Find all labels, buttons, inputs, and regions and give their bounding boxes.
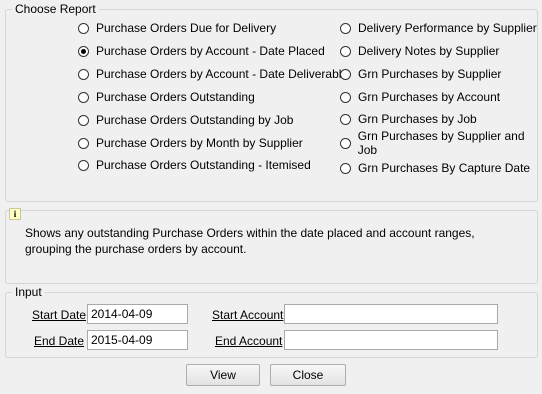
- radio-label: Purchase Orders by Account - Date Placed: [96, 44, 325, 58]
- start-date-field[interactable]: [87, 304, 188, 324]
- radio-label: Purchase Orders by Account - Date Delive…: [96, 67, 349, 81]
- radio-button[interactable]: [340, 45, 351, 57]
- end-date-field[interactable]: [87, 330, 188, 350]
- radio-label: Purchase Orders Outstanding by Job: [96, 113, 294, 127]
- radio-button[interactable]: [340, 137, 351, 149]
- radio-grn-purchases-by-supplier-and-job[interactable]: Grn Purchases by Supplier and Job: [340, 129, 542, 157]
- radio-grn-purchases-by-capture-date[interactable]: Grn Purchases By Capture Date: [340, 159, 530, 177]
- choose-report-title: Choose Report: [12, 2, 99, 16]
- radio-label: Grn Purchases by Account: [358, 90, 501, 104]
- radio-button[interactable]: [78, 68, 89, 80]
- radio-button[interactable]: [340, 22, 351, 34]
- description-line-1: Shows any outstanding Purchase Orders wi…: [25, 226, 475, 240]
- radio-label: Grn Purchases By Capture Date: [358, 161, 531, 175]
- input-title: Input: [12, 285, 45, 299]
- radio-po-by-account-date-deliverable[interactable]: Purchase Orders by Account - Date Delive…: [78, 65, 348, 83]
- radio-button[interactable]: [340, 162, 351, 174]
- radio-label: Delivery Notes by Supplier: [358, 44, 500, 58]
- radio-po-due-for-delivery[interactable]: Purchase Orders Due for Delivery: [78, 19, 276, 37]
- radio-po-outstanding-itemised[interactable]: Purchase Orders Outstanding - Itemised: [78, 156, 311, 174]
- radio-button[interactable]: [78, 137, 89, 149]
- radio-button[interactable]: [78, 91, 89, 103]
- view-button[interactable]: View: [186, 364, 260, 386]
- radio-delivery-notes-by-supplier[interactable]: Delivery Notes by Supplier: [340, 42, 499, 60]
- radio-po-outstanding-by-job[interactable]: Purchase Orders Outstanding by Job: [78, 111, 293, 129]
- radio-label: Purchase Orders Outstanding: [96, 90, 255, 104]
- close-button[interactable]: Close: [270, 364, 346, 386]
- radio-button[interactable]: [78, 45, 89, 57]
- description-line-2: grouping the purchase orders by account.: [25, 242, 247, 256]
- radio-label: Purchase Orders by Month by Supplier: [96, 136, 303, 150]
- start-account-field[interactable]: [284, 304, 498, 324]
- radio-delivery-performance-by-supplier[interactable]: Delivery Performance by Supplier: [340, 19, 537, 37]
- radio-grn-purchases-by-account[interactable]: Grn Purchases by Account: [340, 88, 500, 106]
- start-account-label: Start Account: [212, 308, 284, 322]
- radio-button[interactable]: [78, 22, 89, 34]
- end-account-label: End Account: [215, 334, 283, 348]
- radio-button[interactable]: [78, 114, 89, 126]
- radio-button[interactable]: [340, 113, 351, 125]
- report-description: Shows any outstanding Purchase Orders wi…: [25, 225, 475, 257]
- radio-po-by-month-by-supplier[interactable]: Purchase Orders by Month by Supplier: [78, 134, 303, 152]
- end-account-field[interactable]: [284, 330, 498, 350]
- radio-button[interactable]: [340, 91, 351, 103]
- end-date-label: End Date: [34, 334, 85, 348]
- radio-label: Delivery Performance by Supplier: [358, 21, 537, 35]
- info-icon: i: [9, 208, 21, 220]
- radio-label: Grn Purchases by Supplier: [358, 67, 502, 81]
- radio-po-by-account-date-placed[interactable]: Purchase Orders by Account - Date Placed: [78, 42, 325, 60]
- radio-grn-purchases-by-supplier[interactable]: Grn Purchases by Supplier: [340, 65, 501, 83]
- radio-button[interactable]: [340, 68, 351, 80]
- radio-po-outstanding[interactable]: Purchase Orders Outstanding: [78, 88, 255, 106]
- radio-button[interactable]: [78, 159, 89, 171]
- radio-label: Grn Purchases by Supplier and Job: [357, 129, 525, 157]
- start-date-label: Start Date: [32, 308, 87, 322]
- report-description-panel: i Shows any outstanding Purchase Orders …: [5, 208, 538, 284]
- radio-grn-purchases-by-job[interactable]: Grn Purchases by Job: [340, 110, 477, 128]
- radio-label: Purchase Orders Due for Delivery: [96, 21, 277, 35]
- radio-label: Purchase Orders Outstanding - Itemised: [96, 158, 311, 172]
- radio-label: Grn Purchases by Job: [358, 112, 477, 126]
